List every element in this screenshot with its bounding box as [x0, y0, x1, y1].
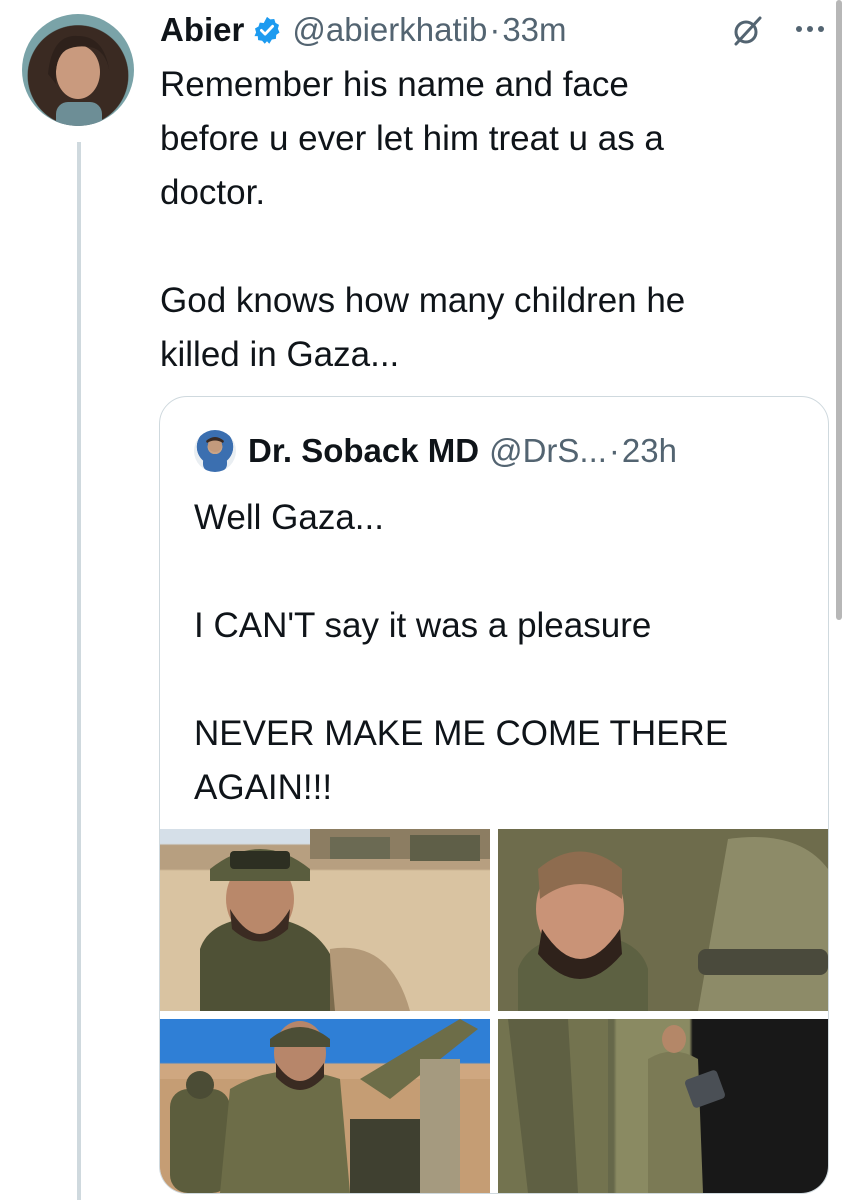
photo-soldiers-desert [160, 1019, 490, 1193]
more-options-icon[interactable] [790, 14, 830, 44]
quoted-tweet-header: Dr. Soback MD @DrS... · 23h [194, 429, 677, 473]
quoted-tweet-timestamp[interactable]: 23h [622, 432, 677, 470]
author-name[interactable]: Abier [160, 11, 244, 49]
media-photo-3[interactable] [160, 1019, 490, 1193]
media-photo-1[interactable] [160, 829, 490, 1011]
media-grid [160, 829, 828, 1193]
quoted-tweet-text: Well Gaza... I CAN'T say it was a pleasu… [194, 498, 729, 807]
avatar-photo [48, 35, 110, 126]
author-avatar[interactable] [22, 14, 134, 126]
photo-soldier-helmet [200, 829, 490, 1011]
quoted-author-handle[interactable]: @DrS... [489, 432, 607, 470]
photo-soldier-selfie [498, 829, 828, 1011]
media-photo-4[interactable] [498, 1019, 828, 1193]
quoted-avatar-photo [203, 437, 227, 472]
photo-soldier-dark [498, 1019, 725, 1193]
tweet-text: Remember his name and face before u ever… [160, 65, 686, 374]
quoted-author-name[interactable]: Dr. Soback MD [248, 432, 479, 470]
tweet-header: Abier @abierkhatib · 33m [160, 6, 567, 54]
tweet-timestamp[interactable]: 33m [502, 11, 566, 49]
quoted-tweet[interactable]: Dr. Soback MD @DrS... · 23h Well Gaza...… [159, 396, 829, 1194]
separator-dot: · [489, 11, 501, 48]
author-handle[interactable]: @abierkhatib [292, 11, 487, 49]
verified-badge-icon [252, 15, 282, 45]
separator-dot: · [608, 432, 620, 469]
media-photo-2[interactable] [498, 829, 828, 1011]
quoted-author-avatar[interactable] [194, 430, 236, 472]
scrollbar[interactable] [836, 0, 842, 620]
thread-line [77, 142, 81, 1200]
grok-icon[interactable] [730, 14, 764, 48]
